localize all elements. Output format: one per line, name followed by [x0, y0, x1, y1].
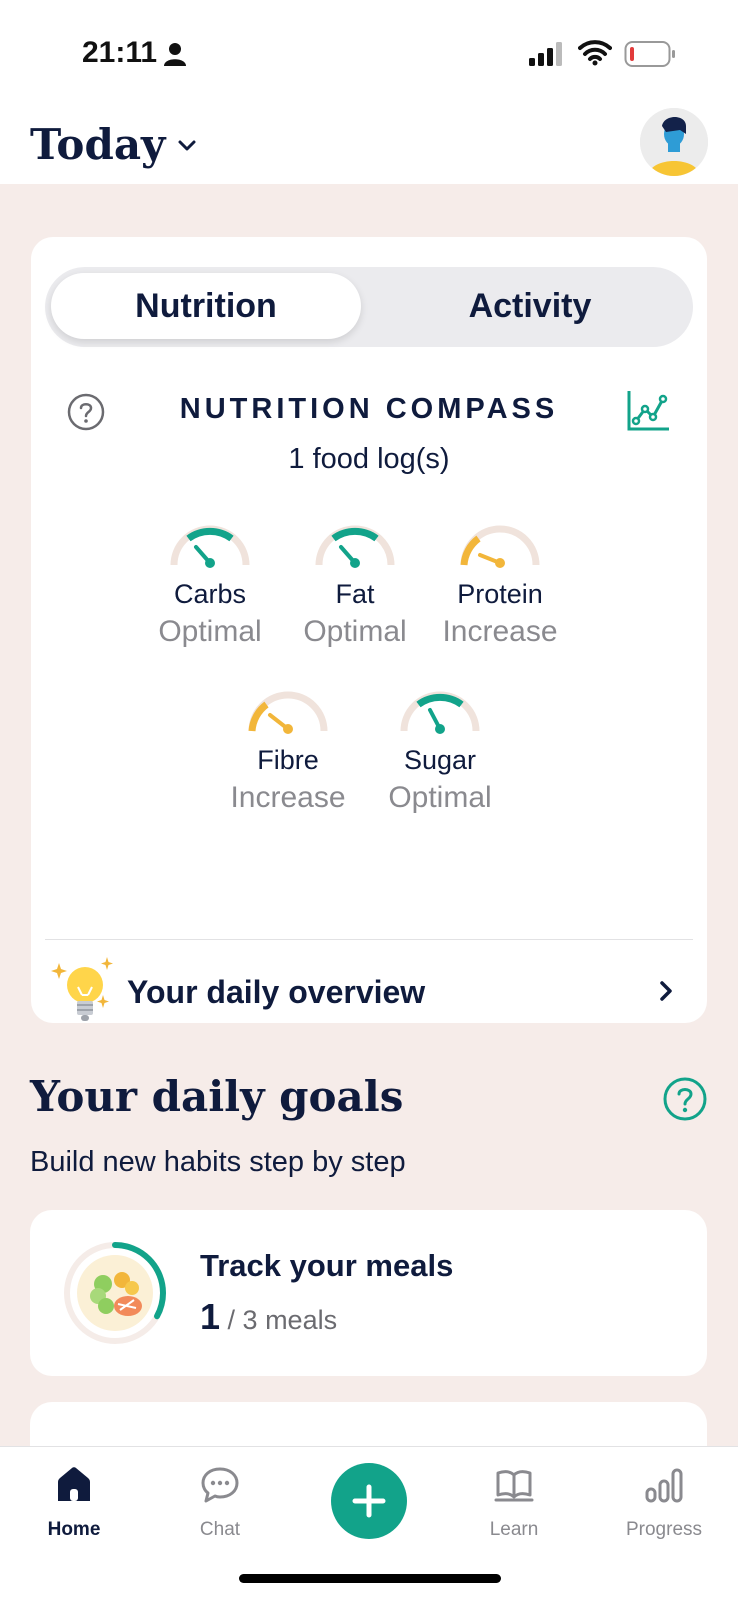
gauge-fat-dial	[315, 525, 395, 568]
tab-nutrition[interactable]: Nutrition	[51, 273, 361, 339]
goals-subtitle: Build new habits step by step	[30, 1146, 406, 1178]
gauge-fibre-dial	[248, 691, 328, 734]
line-chart-icon[interactable]	[625, 389, 671, 433]
status-time: 21:11	[82, 36, 158, 69]
nav-home[interactable]: Home	[14, 1465, 134, 1541]
content-area: Nutrition Activity NUTRITION COMPASS 1 f…	[0, 184, 738, 1446]
signal-icon	[529, 42, 562, 66]
add-button[interactable]	[331, 1463, 407, 1539]
segmented-control: Nutrition Activity	[45, 267, 693, 347]
nav-chat-label: Chat	[199, 1519, 241, 1540]
meal-count-total: / 3 meals	[227, 1305, 338, 1335]
gauge-sugar-dial	[400, 691, 480, 734]
gauge-protein-name: Protein	[457, 579, 543, 609]
gauge-carbs-dial	[170, 525, 250, 568]
page-title[interactable]: Today	[30, 120, 165, 169]
avatar[interactable]	[640, 108, 708, 176]
gauge-sugar: Sugar Optimal	[365, 689, 515, 819]
gauge-fat-status: Optimal	[303, 615, 407, 648]
help-icon[interactable]	[662, 1076, 708, 1122]
book-icon	[494, 1470, 534, 1502]
status-bar: 21:11	[0, 0, 738, 100]
meal-count-value: 1	[200, 1296, 221, 1337]
nav-learn-label: Learn	[489, 1519, 539, 1540]
food-log-count: 1 food log(s)	[288, 443, 450, 475]
gauge-protein-status: Increase	[442, 615, 558, 648]
gauge-fat: Fat Optimal	[280, 523, 430, 653]
bar-chart-icon	[645, 1468, 683, 1503]
nutrition-compass-card: Nutrition Activity NUTRITION COMPASS 1 f…	[31, 237, 707, 1023]
gauge-sugar-name: Sugar	[403, 745, 477, 775]
nav-chat[interactable]: Chat	[160, 1465, 280, 1541]
meal-count: 1 / 3 meals	[200, 1296, 337, 1338]
gauge-fat-name: Fat	[335, 579, 375, 609]
nav-home-label: Home	[47, 1519, 101, 1540]
track-meals-card[interactable]: Track your meals 1 / 3 meals	[30, 1210, 707, 1376]
avatar-illustration	[640, 108, 708, 176]
wifi-icon	[578, 40, 612, 66]
chevron-down-icon[interactable]	[174, 134, 200, 156]
next-goal-card[interactable]	[30, 1402, 707, 1446]
divider	[45, 939, 693, 940]
nav-progress[interactable]: Progress	[604, 1465, 724, 1541]
meal-progress-ring	[64, 1242, 166, 1344]
gauge-sugar-status: Optimal	[388, 781, 492, 814]
chevron-right-icon[interactable]	[655, 977, 677, 1005]
goals-title: Your daily goals	[30, 1072, 404, 1121]
daily-overview-link[interactable]: Your daily overview	[127, 974, 425, 1011]
person-icon	[164, 43, 186, 66]
gauge-carbs-status: Optimal	[158, 615, 262, 648]
gauge-carbs: Carbs Optimal	[135, 523, 285, 653]
home-indicator	[239, 1574, 501, 1583]
gauge-protein-dial	[460, 525, 540, 568]
gauge-fibre-name: Fibre	[257, 745, 319, 775]
compass-title: NUTRITION COMPASS	[179, 393, 559, 425]
header: Today	[0, 100, 738, 184]
home-icon	[58, 1467, 90, 1501]
gauge-carbs-name: Carbs	[173, 579, 247, 609]
nav-progress-label: Progress	[625, 1519, 703, 1540]
battery-icon	[624, 41, 675, 67]
meal-card-title: Track your meals	[200, 1248, 454, 1283]
lightbulb-icon	[51, 957, 113, 1021]
gauge-fibre: Fibre Increase	[213, 689, 363, 819]
chat-icon	[201, 1467, 239, 1503]
help-icon[interactable]	[67, 393, 105, 431]
tab-activity[interactable]: Activity	[375, 273, 685, 339]
plus-icon	[352, 1484, 386, 1518]
nav-learn[interactable]: Learn	[454, 1465, 574, 1541]
gauge-protein: Protein Increase	[425, 523, 575, 653]
gauge-fibre-status: Increase	[230, 781, 346, 814]
